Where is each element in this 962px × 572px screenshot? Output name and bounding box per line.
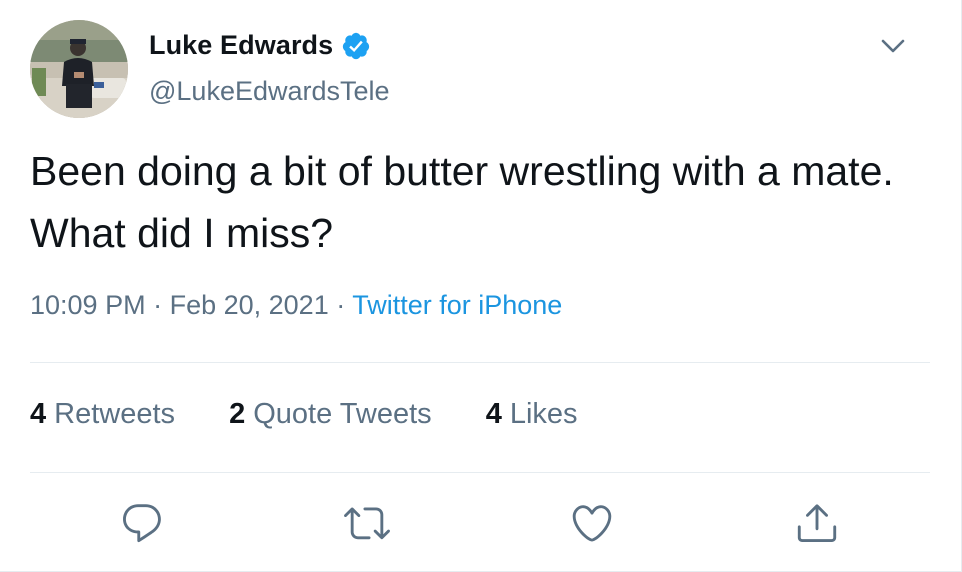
likes-label: Likes <box>509 398 578 430</box>
likes-stat[interactable]: 4 Likes <box>486 398 578 431</box>
author-display-name[interactable]: Luke Edwards <box>149 30 333 61</box>
divider <box>30 362 930 363</box>
retweets-count: 4 <box>30 398 47 430</box>
tweet-date[interactable]: Feb 20, 2021 <box>170 290 329 320</box>
action-bar <box>0 500 962 546</box>
share-icon[interactable] <box>794 500 840 546</box>
tweet-stats: 4 Retweets 2 Quote Tweets 4 Likes <box>30 398 624 431</box>
heart-icon[interactable] <box>569 500 615 546</box>
avatar[interactable] <box>30 20 128 118</box>
retweets-label: Retweets <box>54 398 176 430</box>
quote-tweets-label: Quote Tweets <box>253 398 432 430</box>
verified-badge-icon <box>341 31 371 61</box>
author-handle[interactable]: @LukeEdwardsTele <box>149 76 390 107</box>
avatar-photo <box>30 20 128 118</box>
quote-tweets-count: 2 <box>229 398 246 430</box>
author-name-row: Luke Edwards <box>149 30 371 61</box>
quote-tweets-stat[interactable]: 2 Quote Tweets <box>229 398 432 431</box>
tweet-text: Been doing a bit of butter wrestling wit… <box>30 148 894 256</box>
tweet-source-link[interactable]: Twitter for iPhone <box>352 290 562 320</box>
reply-icon[interactable] <box>119 500 165 546</box>
tweet-time[interactable]: 10:09 PM <box>30 290 146 320</box>
retweet-icon[interactable] <box>344 500 390 546</box>
tweet-meta: 10:09 PM · Feb 20, 2021 · Twitter for iP… <box>30 290 562 321</box>
meta-separator: · <box>328 290 353 320</box>
likes-count: 4 <box>485 398 502 430</box>
meta-separator: · <box>145 290 170 320</box>
retweets-stat[interactable]: 4 Retweets <box>30 398 175 431</box>
chevron-down-icon[interactable] <box>877 30 909 62</box>
tweet-card: Luke Edwards @LukeEdwardsTele Been doing… <box>0 0 962 572</box>
divider <box>30 472 930 473</box>
